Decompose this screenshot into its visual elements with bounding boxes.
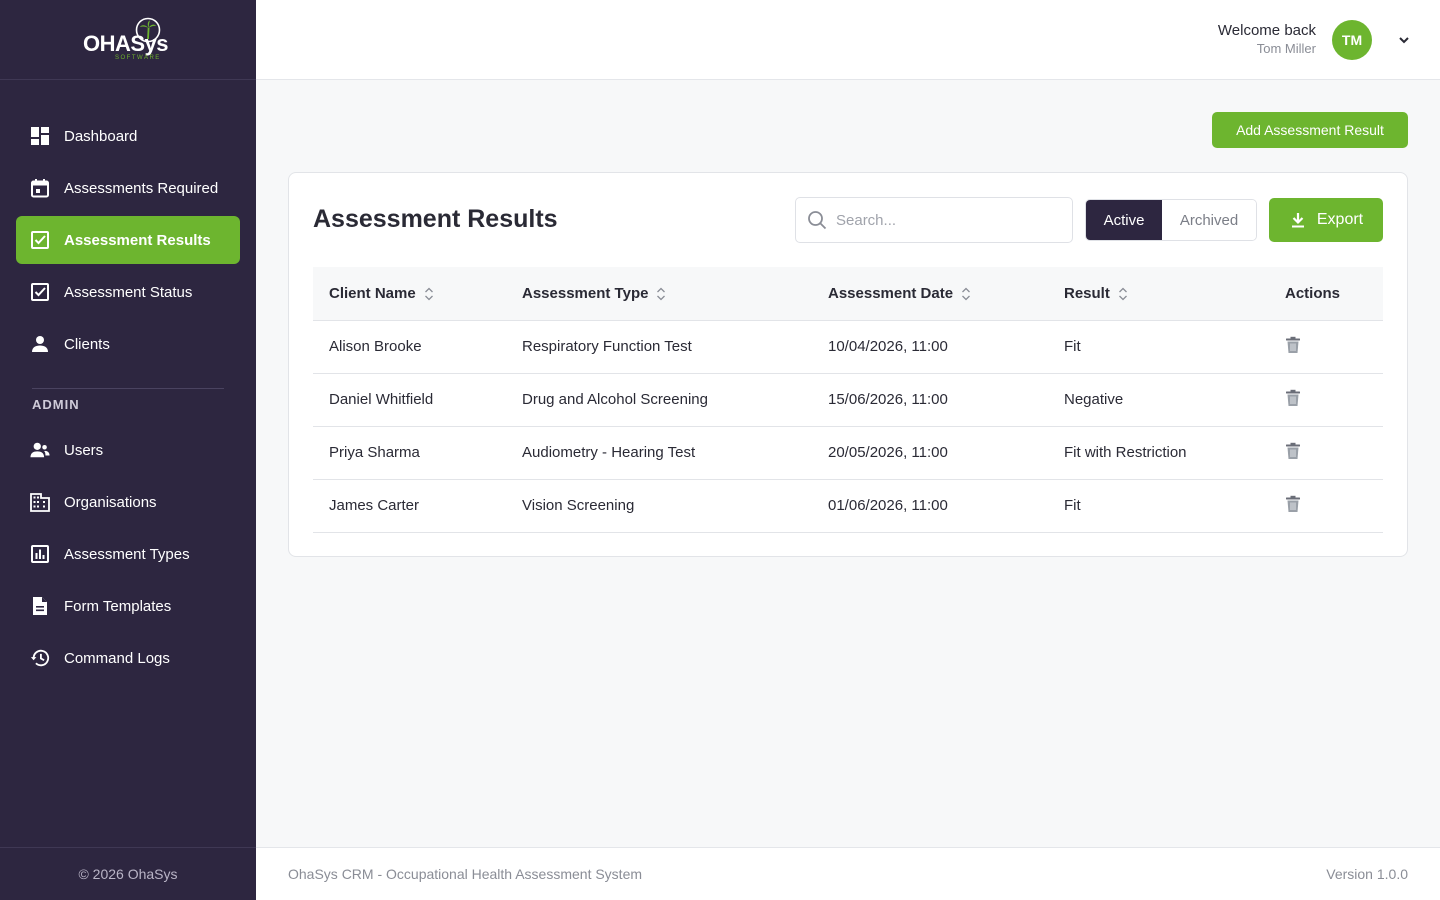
bar-chart-icon xyxy=(30,544,50,564)
cell-actions xyxy=(1269,426,1383,480)
trash-icon[interactable] xyxy=(1285,495,1301,513)
trash-icon[interactable] xyxy=(1285,389,1301,407)
filter-active-button[interactable]: Active xyxy=(1086,200,1162,240)
footer-app-name: OhaSys CRM - Occupational Health Assessm… xyxy=(288,866,643,882)
sidebar-item-form-templates[interactable]: Form Templates xyxy=(16,582,240,630)
page-title: Assessment Results xyxy=(313,205,558,233)
checkbox-icon xyxy=(30,230,50,250)
sidebar-item-assessment-status[interactable]: Assessment Status xyxy=(16,268,240,316)
page-footer: OhaSys CRM - Occupational Health Assessm… xyxy=(256,847,1440,900)
sidebar-item-clients[interactable]: Clients xyxy=(16,320,240,368)
sort-icon xyxy=(424,287,433,301)
footer-version: Version 1.0.0 xyxy=(1326,866,1408,882)
users-icon xyxy=(30,440,50,460)
sidebar-item-label: Assessment Types xyxy=(64,545,190,563)
sort-icon xyxy=(1118,287,1127,301)
sidebar-item-label: Assessment Results xyxy=(64,231,211,249)
document-icon xyxy=(30,596,50,616)
sidebar-item-users[interactable]: Users xyxy=(16,426,240,474)
table-row[interactable]: Daniel Whitfield Drug and Alcohol Screen… xyxy=(313,373,1383,427)
sidebar-item-assessment-types[interactable]: Assessment Types xyxy=(16,530,240,578)
export-label: Export xyxy=(1316,211,1364,228)
sidebar-item-assessment-results[interactable]: Assessment Results xyxy=(16,216,240,264)
cell-assessment-type: Respiratory Function Test xyxy=(506,320,812,374)
sidebar-item-dashboard[interactable]: Dashboard xyxy=(16,112,240,160)
sidebar-item-label: Organisations xyxy=(64,493,157,511)
trash-icon[interactable] xyxy=(1285,442,1301,460)
cell-assessment-date: 01/06/2026, 11:00 xyxy=(812,479,1048,533)
dashboard-icon xyxy=(30,126,50,146)
sidebar-item-label: Command Logs xyxy=(64,649,170,667)
sidebar-footer: © 2026 OhaSys xyxy=(0,847,256,900)
cell-actions xyxy=(1269,479,1383,533)
logo-area: OHASys SOFTWARE xyxy=(0,0,256,80)
assessment-results-card: Assessment Results Active Archived Expor… xyxy=(288,172,1408,557)
trash-icon[interactable] xyxy=(1285,336,1301,354)
logo-text: OHASys xyxy=(83,30,169,56)
sidebar-item-assessments-required[interactable]: Assessments Required xyxy=(16,164,240,212)
table-header-row: Client Name Assessment Type Assessment D… xyxy=(313,267,1383,321)
cell-assessment-type: Audiometry - Hearing Test xyxy=(506,426,812,480)
results-table: Client Name Assessment Type Assessment D… xyxy=(313,267,1383,533)
column-assessment-type[interactable]: Assessment Type xyxy=(506,267,812,321)
cell-result: Fit with Restriction xyxy=(1048,426,1269,480)
sidebar-divider xyxy=(32,388,224,389)
status-filter-toggle: Active Archived xyxy=(1085,199,1257,241)
column-actions: Actions xyxy=(1269,267,1383,321)
column-result[interactable]: Result xyxy=(1048,267,1269,321)
sidebar-item-label: Form Templates xyxy=(64,597,172,615)
download-icon xyxy=(1291,213,1304,228)
checkbox-icon xyxy=(30,282,50,302)
cell-assessment-type: Vision Screening xyxy=(506,479,812,533)
cell-assessment-type: Drug and Alcohol Screening xyxy=(506,373,812,427)
cell-assessment-date: 20/05/2026, 11:00 xyxy=(812,426,1048,480)
calendar-icon xyxy=(30,178,50,198)
sidebar-section-admin: ADMIN xyxy=(32,397,80,412)
cell-assessment-date: 10/04/2026, 11:00 xyxy=(812,320,1048,374)
logo[interactable]: OHASys SOFTWARE xyxy=(83,15,173,65)
cell-actions xyxy=(1269,320,1383,374)
top-header: Welcome back Tom Miller TM xyxy=(256,0,1440,80)
sidebar-item-organisations[interactable]: Organisations xyxy=(16,478,240,526)
chevron-down-icon[interactable] xyxy=(1396,32,1412,48)
sidebar-item-command-logs[interactable]: Command Logs xyxy=(16,634,240,682)
sidebar-nav: Dashboard Assessments Required Assessmen… xyxy=(0,80,256,682)
table-row[interactable]: Priya Sharma Audiometry - Hearing Test 2… xyxy=(313,426,1383,480)
person-icon xyxy=(30,334,50,354)
sort-icon xyxy=(657,287,666,301)
search-icon xyxy=(808,211,827,230)
sidebar-item-label: Users xyxy=(64,441,104,459)
sidebar-item-label: Assessment Status xyxy=(64,283,193,301)
user-welcome: Welcome back Tom Miller xyxy=(1218,22,1316,56)
history-icon xyxy=(30,648,50,668)
cell-client-name: Alison Brooke xyxy=(313,320,506,374)
sidebar: OHASys SOFTWARE Dashboard Assessments Re… xyxy=(0,0,256,900)
column-client-name[interactable]: Client Name xyxy=(313,267,506,321)
cell-client-name: James Carter xyxy=(313,479,506,533)
table-row[interactable]: Alison Brooke Respiratory Function Test … xyxy=(313,320,1383,374)
building-icon xyxy=(30,492,50,512)
cell-result: Negative xyxy=(1048,373,1269,427)
cell-result: Fit xyxy=(1048,479,1269,533)
filter-archived-button[interactable]: Archived xyxy=(1162,200,1256,240)
cell-assessment-date: 15/06/2026, 11:00 xyxy=(812,373,1048,427)
search-input[interactable] xyxy=(836,198,1066,242)
cell-result: Fit xyxy=(1048,320,1269,374)
cell-client-name: Daniel Whitfield xyxy=(313,373,506,427)
table-row[interactable]: James Carter Vision Screening 01/06/2026… xyxy=(313,479,1383,533)
column-assessment-date[interactable]: Assessment Date xyxy=(812,267,1048,321)
avatar[interactable]: TM xyxy=(1332,20,1372,60)
logo-subtext: SOFTWARE xyxy=(115,54,161,61)
sidebar-item-label: Assessments Required xyxy=(64,179,219,197)
cell-actions xyxy=(1269,373,1383,427)
user-name: Tom Miller xyxy=(1256,41,1316,56)
export-button[interactable]: Export xyxy=(1269,198,1383,242)
welcome-text: Welcome back xyxy=(1217,22,1316,39)
add-assessment-result-button[interactable]: Add Assessment Result xyxy=(1212,112,1408,148)
sidebar-item-label: Clients xyxy=(64,335,110,353)
sidebar-item-label: Dashboard xyxy=(64,127,138,145)
cell-client-name: Priya Sharma xyxy=(313,426,506,480)
sort-icon xyxy=(962,287,971,301)
search-box xyxy=(795,197,1073,243)
